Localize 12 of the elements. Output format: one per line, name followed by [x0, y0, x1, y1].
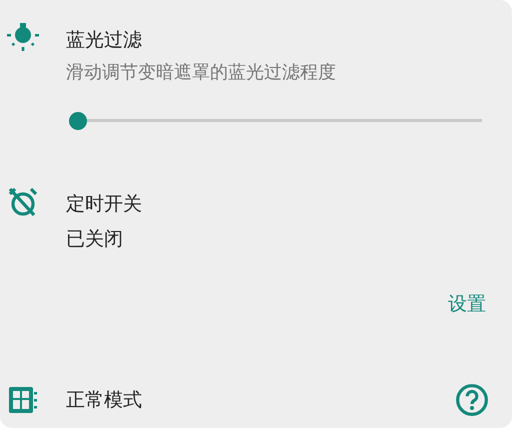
mode-label: 正常模式: [66, 388, 143, 413]
timer-status: 已关闭: [66, 227, 124, 252]
setting-title: 定时开关: [66, 192, 142, 217]
setting-title: 蓝光过滤: [66, 28, 143, 53]
chip-icon: [7, 384, 39, 416]
filter-slider[interactable]: [69, 112, 482, 130]
light-bulb-icon: [7, 22, 39, 54]
setting-description: 滑动调节变暗遮罩的蓝光过滤程度: [66, 61, 336, 85]
alarm-off-icon: [7, 186, 39, 218]
slider-thumb[interactable]: [69, 112, 87, 130]
help-icon[interactable]: [455, 383, 489, 417]
settings-button[interactable]: 设置: [442, 287, 492, 321]
